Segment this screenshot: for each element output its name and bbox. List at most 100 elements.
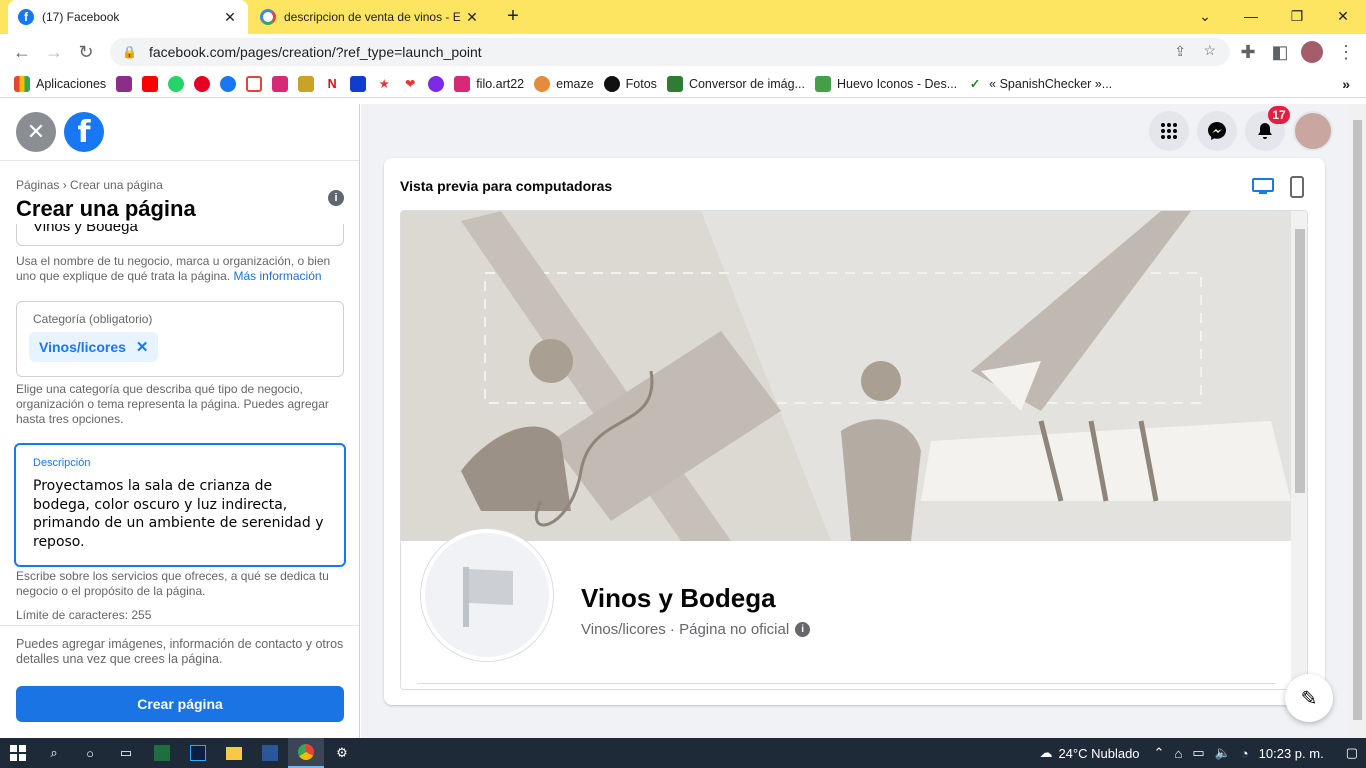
bookmark-netflix[interactable]: N (324, 75, 341, 92)
crear-pagina-button[interactable]: Crear página (16, 686, 344, 722)
tab-title: (17) Facebook (42, 10, 120, 24)
description-helper-text: Escribe sobre los servicios que ofreces,… (16, 569, 329, 598)
preview-page-subtitle: Vinos/licores · Página no oficial i (581, 621, 811, 638)
bookmark-gmail[interactable] (246, 75, 263, 92)
extensions-icon[interactable]: ✚ (1232, 34, 1264, 70)
bookmark-canva[interactable] (428, 75, 445, 92)
network-icon[interactable]: ⌂ (1174, 746, 1182, 761)
close-icon[interactable]: ✕ (16, 112, 56, 152)
pinterest-icon (194, 75, 211, 92)
facebook-icon (220, 75, 237, 92)
disney-icon (350, 75, 367, 92)
browser-toolbar: ← → ↻ 🔒 facebook.com/pages/creation/?ref… (0, 34, 1366, 70)
page-name-field[interactable]: Vinos y Bodega (16, 224, 344, 246)
page-scrollbar[interactable] (1349, 104, 1366, 738)
share-icon[interactable]: ⇪ (1174, 43, 1186, 60)
notification-center-icon[interactable]: ▢ (1346, 745, 1358, 761)
battery-icon[interactable]: ▭ (1192, 745, 1204, 761)
page-name-value: Vinos y Bodega (33, 224, 138, 235)
bookmark-huevo[interactable]: Huevo Iconos - Des... (814, 75, 957, 92)
photoshop-icon[interactable] (180, 738, 216, 768)
windows-taskbar: ⌕ ○ ▭ ⚙ ☁ 24°C Nublado ⌃ ⌂ ▭ 🔈 ◔ 10:23 p… (0, 738, 1366, 768)
close-window-button[interactable]: ✕ (1320, 0, 1366, 32)
notifications-badge: 17 (1268, 106, 1290, 124)
scrollbar-thumb[interactable] (1353, 120, 1362, 720)
category-helper-text: Elige una categoría que describa qué tip… (16, 382, 329, 426)
excel-icon[interactable] (144, 738, 180, 768)
tab-facebook[interactable]: f (17) Facebook ✕ (8, 0, 248, 34)
heart-icon: ❤ (404, 76, 416, 91)
close-tab-icon[interactable]: ✕ (464, 9, 480, 26)
new-tab-button[interactable]: + (490, 0, 536, 32)
menu-grid-icon[interactable] (1149, 111, 1189, 151)
category-field[interactable]: Categoría (obligatorio) Vinos/licores ✕ (16, 301, 344, 377)
preview-area: 17 Vista previa para computadoras Vinos … (361, 104, 1366, 738)
task-view-icon[interactable]: ▭ (108, 738, 144, 768)
tab-google-search[interactable]: descripcion de venta de vinos - E ✕ (250, 0, 490, 34)
page-title: Crear una página (16, 196, 196, 221)
bookmark-contact[interactable] (298, 75, 315, 92)
bookmark-facebook[interactable] (220, 75, 237, 92)
profile-avatar[interactable] (1301, 41, 1323, 63)
menu-kebab-icon[interactable]: ⋮ (1330, 34, 1362, 70)
breadcrumb: Páginas › Crear una página (16, 178, 163, 192)
wifi-icon[interactable]: ◔ (1241, 746, 1249, 761)
info-icon[interactable]: i (795, 622, 811, 637)
category-chip[interactable]: Vinos/licores ✕ (29, 332, 159, 362)
bookmark-youtube[interactable] (142, 75, 159, 92)
remove-chip-icon[interactable]: ✕ (136, 338, 149, 356)
bookmark-disney[interactable] (350, 75, 367, 92)
bookmark-spanishchecker[interactable]: ✓ « SpanishChecker »... (967, 76, 1112, 92)
side-panel-icon[interactable]: ◧ (1264, 34, 1296, 70)
bookmark-emaze[interactable]: emaze (534, 75, 594, 92)
bookmark-instagram[interactable] (272, 75, 289, 92)
youtube-icon (142, 75, 159, 92)
chevron-up-icon[interactable]: ⌃ (1154, 745, 1165, 761)
tab-search-icon[interactable]: ⌄ (1182, 0, 1228, 32)
bookmark-conversor[interactable]: Conversor de imág... (666, 75, 805, 92)
bookmark-heart[interactable]: ❤ (402, 76, 418, 92)
bookmark-pinterest[interactable] (194, 75, 211, 92)
bookmark-whatsapp[interactable] (168, 75, 185, 92)
mobile-preview-icon[interactable] (1290, 176, 1304, 198)
desktop-preview-icon[interactable] (1252, 178, 1274, 196)
char-limit-text: Límite de caracteres: 255 (16, 608, 152, 622)
chrome-icon[interactable] (288, 738, 324, 768)
restore-button[interactable]: ❐ (1274, 0, 1320, 32)
messenger-icon[interactable] (1197, 111, 1237, 151)
search-icon[interactable]: ⌕ (36, 738, 72, 768)
bookmark-apps[interactable]: Aplicaciones (14, 75, 106, 92)
whatsapp-icon (168, 75, 185, 92)
close-tab-icon[interactable]: ✕ (222, 9, 238, 26)
settings-gear-icon[interactable]: ⚙ (324, 738, 360, 768)
forward-arrow-icon[interactable]: → (38, 34, 70, 70)
bookmark-icon-1[interactable] (116, 75, 133, 92)
back-arrow-icon[interactable]: ← (6, 34, 38, 70)
bookmark-star-icon[interactable]: ☆ (1203, 42, 1216, 59)
info-icon[interactable]: i (328, 190, 344, 206)
preview-page-name: Vinos y Bodega (581, 583, 776, 613)
word-icon[interactable] (252, 738, 288, 768)
weather-text[interactable]: 24°C Nublado (1058, 746, 1139, 761)
cortana-icon[interactable]: ○ (72, 738, 108, 768)
new-message-edit-icon[interactable]: ✎ (1285, 674, 1333, 722)
minimize-button[interactable]: — (1228, 0, 1274, 32)
reload-icon[interactable]: ↻ (70, 34, 102, 70)
volume-icon[interactable]: 🔈 (1215, 745, 1231, 761)
more-bookmarks-icon[interactable]: » (1342, 76, 1350, 92)
description-textarea[interactable]: Descripción Proyectamos la sala de crian… (14, 443, 346, 567)
facebook-logo-icon[interactable]: f (64, 112, 104, 152)
clock-text[interactable]: 10:23 p. m. (1259, 746, 1324, 761)
bookmark-star[interactable]: ★ (376, 76, 392, 92)
bookmark-filo-art[interactable]: filo.art22 (454, 75, 524, 92)
huevo-icon (814, 75, 831, 92)
preview-scrollbar[interactable] (1291, 211, 1307, 681)
mas-informacion-link[interactable]: Más información (234, 269, 322, 283)
scrollbar-thumb[interactable] (1295, 229, 1305, 493)
windows-start-icon[interactable] (0, 738, 36, 768)
file-explorer-icon[interactable] (216, 738, 252, 768)
bookmark-fotos[interactable]: Fotos (603, 75, 657, 92)
avatar[interactable] (1293, 111, 1333, 151)
address-bar[interactable]: 🔒 facebook.com/pages/creation/?ref_type=… (110, 38, 1230, 66)
create-page-panel: ✕ f Páginas › Crear una página Crear una… (0, 104, 360, 738)
